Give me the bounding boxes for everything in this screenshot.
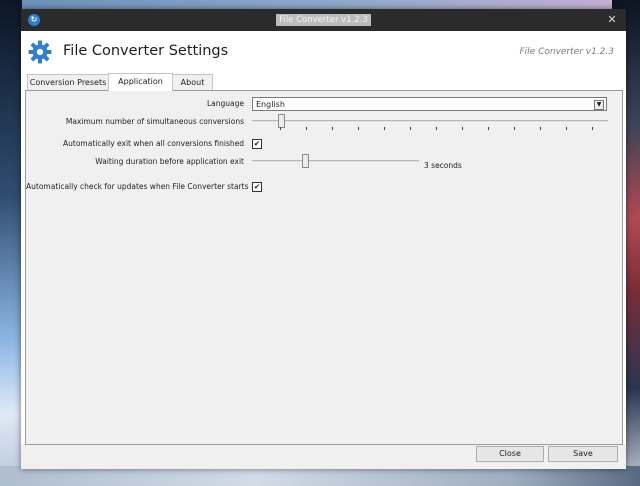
window-title: File Converter v1.2.3	[21, 9, 626, 31]
slider-tick	[332, 127, 333, 130]
close-button[interactable]: Close	[476, 446, 544, 462]
language-select-value: English	[256, 100, 285, 109]
slider-tick	[462, 127, 463, 130]
page-title: File Converter Settings	[63, 43, 229, 59]
desktop-background-left	[0, 0, 22, 486]
slider-tick	[410, 127, 411, 130]
waiting-duration-slider[interactable]	[252, 154, 419, 168]
waiting-duration-label: Waiting duration before application exit	[95, 157, 244, 166]
auto-exit-checkbox[interactable]: ✔	[252, 139, 262, 149]
save-button[interactable]: Save	[548, 446, 618, 462]
slider-tick	[540, 127, 541, 130]
slider-tick	[488, 127, 489, 130]
auto-exit-label: Automatically exit when all conversions …	[63, 139, 244, 148]
tab-about[interactable]: About	[172, 74, 213, 91]
header: File Converter Settings File Converter v…	[21, 31, 626, 77]
update-check-label: Automatically check for updates when Fil…	[26, 182, 249, 191]
title-bar[interactable]: ↻ File Converter v1.2.3 ✕	[21, 9, 626, 31]
version-label: File Converter v1.2.3	[519, 47, 615, 57]
slider-tick	[566, 127, 567, 130]
waiting-duration-slider-thumb[interactable]	[302, 154, 309, 168]
slider-tick	[358, 127, 359, 130]
chevron-down-icon[interactable]: ▼	[594, 100, 604, 110]
slider-tick	[514, 127, 515, 130]
application-settings-panel: Language English ▼ Maximum number of sim…	[25, 90, 623, 445]
tab-conversion-presets[interactable]: Conversion Presets	[27, 74, 109, 91]
close-window-icon[interactable]: ✕	[605, 13, 619, 27]
waiting-duration-value: 3 seconds	[424, 161, 462, 170]
language-select[interactable]: English ▼	[252, 97, 607, 111]
max-conversions-slider[interactable]	[252, 114, 608, 130]
language-label: Language	[206, 99, 244, 108]
waiting-duration-slider-track	[252, 160, 419, 162]
settings-window: ↻ File Converter v1.2.3 ✕ File Converter…	[21, 9, 626, 469]
max-conversions-slider-thumb[interactable]	[278, 114, 285, 128]
slider-tick	[384, 127, 385, 130]
slider-tick	[280, 127, 281, 130]
max-conversions-slider-track	[252, 120, 608, 122]
desktop-background-bottom	[0, 466, 640, 486]
gear-icon	[28, 40, 52, 64]
window-title-text: File Converter v1.2.3	[276, 14, 371, 26]
tab-application[interactable]: Application	[108, 73, 173, 91]
max-conversions-label: Maximum number of simultaneous conversio…	[65, 117, 244, 126]
slider-tick	[306, 127, 307, 130]
slider-tick	[436, 127, 437, 130]
update-check-checkbox[interactable]: ✔	[252, 182, 262, 192]
slider-tick	[592, 127, 593, 130]
